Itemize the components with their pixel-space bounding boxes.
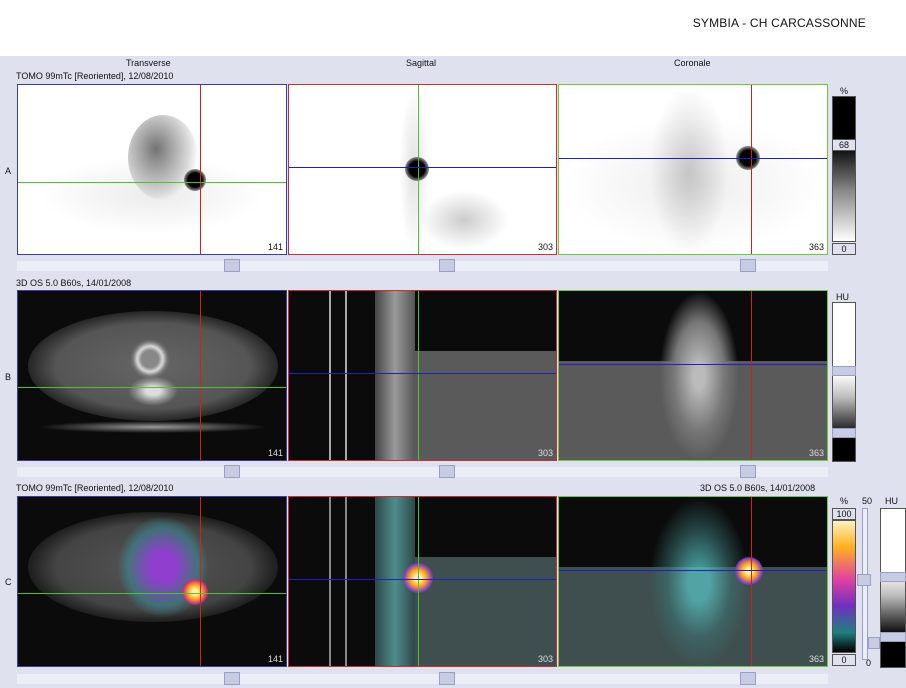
crosshair-vertical <box>751 497 752 666</box>
row-c-letter: C <box>5 577 12 587</box>
scale-b-window-lower[interactable] <box>832 428 856 438</box>
scale-c-mid-label: 50 <box>862 496 873 506</box>
crosshair-horizontal <box>289 167 556 168</box>
slider-thumb-transverse[interactable] <box>224 465 240 478</box>
crosshair-vertical <box>418 497 419 666</box>
slider-thumb-sagittal[interactable] <box>439 259 455 272</box>
crosshair-vertical <box>200 291 201 460</box>
crosshair-vertical <box>751 85 752 254</box>
crosshair-vertical <box>751 291 752 460</box>
crosshair-horizontal <box>18 182 286 183</box>
row-c-coronal-view[interactable]: 363 <box>558 496 828 667</box>
crosshair-horizontal <box>559 364 827 365</box>
scale-c-blend-low-label: 0 <box>866 658 872 668</box>
slice-number: 141 <box>267 242 283 252</box>
slider-thumb-sagittal[interactable] <box>439 672 455 685</box>
scale-c-colorbar[interactable] <box>832 520 856 653</box>
crosshair-horizontal <box>18 387 286 388</box>
crosshair-horizontal <box>18 593 286 594</box>
crosshair-horizontal <box>289 579 556 580</box>
slider-thumb-coronal[interactable] <box>740 672 756 685</box>
scale-b-window-upper[interactable] <box>832 366 856 376</box>
row-a-transverse-view[interactable]: 141 <box>17 84 287 255</box>
blend-slider-lower-thumb[interactable] <box>868 637 880 649</box>
scale-a-unit: % <box>840 86 849 96</box>
scale-b-colorbar[interactable] <box>832 302 856 462</box>
slice-number: 363 <box>808 448 824 458</box>
row-b-coronal-view[interactable]: 363 <box>558 290 828 461</box>
slider-thumb-coronal[interactable] <box>740 465 756 478</box>
scale-a-mid-marker[interactable]: 68 <box>832 139 856 151</box>
crosshair-horizontal <box>289 373 556 374</box>
scale-a-low-marker[interactable]: 0 <box>832 243 856 255</box>
row-c-transverse-view[interactable]: 141 <box>17 496 287 667</box>
row-b-sagittal-view[interactable]: 303 <box>288 290 557 461</box>
app-header: SYMBIA - CH CARCASSONNE <box>0 0 906 56</box>
slider-thumb-sagittal[interactable] <box>439 465 455 478</box>
slice-number: 303 <box>537 242 553 252</box>
crosshair-vertical <box>418 291 419 460</box>
slice-number: 303 <box>537 654 553 664</box>
row-c-series-label-right: 3D OS 5.0 B60s, 14/01/2008 <box>700 483 816 493</box>
row-b-slider-track[interactable] <box>17 467 828 477</box>
column-label-sagittal: Sagittal <box>406 58 437 68</box>
slice-number: 363 <box>808 242 824 252</box>
slice-number: 303 <box>537 448 553 458</box>
crosshair-vertical <box>200 85 201 254</box>
crosshair-vertical <box>200 497 201 666</box>
scale-c-unit-pct: % <box>840 496 849 506</box>
slice-number: 363 <box>808 654 824 664</box>
slider-thumb-coronal[interactable] <box>740 259 756 272</box>
row-b-letter: B <box>5 372 12 382</box>
row-c-sagittal-view[interactable]: 303 <box>288 496 557 667</box>
scale-c-hu-colorbar[interactable] <box>880 508 906 668</box>
row-b-series-label: 3D OS 5.0 B60s, 14/01/2008 <box>16 278 132 288</box>
row-a-coronal-view[interactable]: 363 <box>558 84 828 255</box>
scale-c-hu-window-upper[interactable] <box>880 572 906 582</box>
row-a-series-label: TOMO 99mTc [Reoriented], 12/08/2010 <box>16 71 174 81</box>
row-a-letter: A <box>5 166 12 176</box>
row-c-series-label-left: TOMO 99mTc [Reoriented], 12/08/2010 <box>16 483 174 493</box>
slice-number: 141 <box>267 654 283 664</box>
scale-c-unit-hu: HU <box>885 496 898 506</box>
scale-c-low-marker[interactable]: 0 <box>832 654 856 666</box>
blend-slider-thumb[interactable] <box>857 574 871 586</box>
row-a-sagittal-view[interactable]: 303 <box>288 84 557 255</box>
scale-c-top-marker[interactable]: 100 <box>832 508 856 520</box>
slider-thumb-transverse[interactable] <box>224 259 240 272</box>
slider-thumb-transverse[interactable] <box>224 672 240 685</box>
app-title: SYMBIA - CH CARCASSONNE <box>692 16 866 30</box>
crosshair-vertical <box>418 85 419 254</box>
column-label-transverse: Transverse <box>126 58 171 68</box>
column-label-coronal: Coronale <box>674 58 711 68</box>
scale-b-unit: HU <box>836 292 849 302</box>
row-a-slider-track[interactable] <box>17 261 828 271</box>
row-b-transverse-view[interactable]: 141 <box>17 290 287 461</box>
slice-number: 141 <box>267 448 283 458</box>
scale-a-colorbar[interactable] <box>832 96 856 242</box>
crosshair-horizontal <box>559 570 827 571</box>
row-c-slider-track[interactable] <box>17 674 828 684</box>
crosshair-horizontal <box>559 158 827 159</box>
scale-c-hu-window-lower[interactable] <box>880 632 906 642</box>
